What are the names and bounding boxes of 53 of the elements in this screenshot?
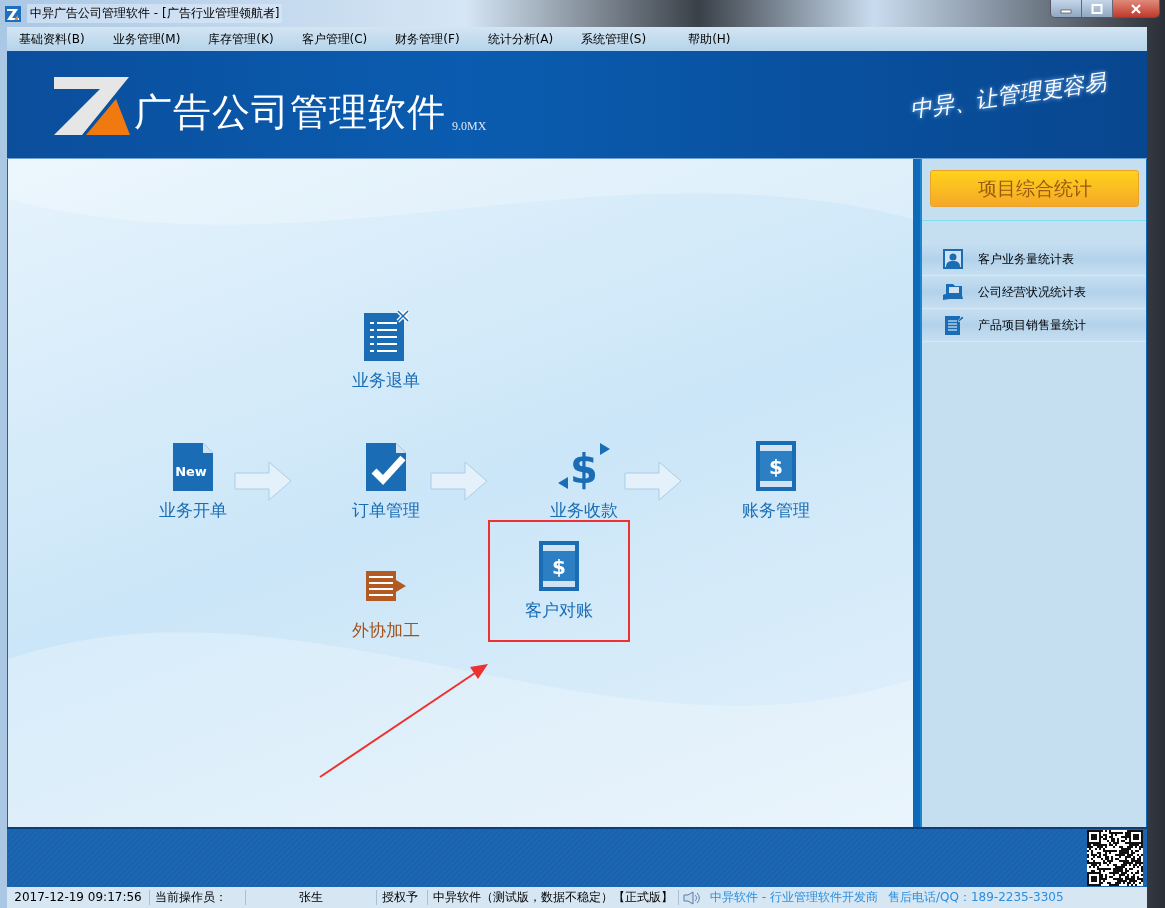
node-label[interactable]: 业务开单 — [159, 499, 227, 522]
check-document-icon[interactable] — [366, 443, 406, 491]
version-label: 9.0MX — [452, 119, 487, 134]
window-title: 中异广告公司管理软件 - [广告行业管理领航者] — [27, 4, 283, 23]
node-label[interactable]: 业务退单 — [352, 369, 420, 392]
node-label[interactable]: 业务收款 — [550, 499, 618, 522]
operator-name: 张生 — [246, 890, 377, 905]
speaker-icon — [683, 890, 701, 905]
close-icon — [1130, 3, 1142, 14]
maximize-icon — [1091, 3, 1103, 14]
arrow-head-icon[interactable] — [600, 443, 610, 455]
new-document-icon[interactable] — [173, 443, 213, 491]
notepad-pen-icon — [942, 314, 964, 336]
slogan: 中异、让管理更容易 — [907, 68, 1109, 124]
logo-icon — [52, 77, 132, 137]
ledger-icon[interactable] — [539, 541, 579, 591]
statistics-link[interactable]: 产品项目销售量统计 — [922, 309, 1146, 342]
operator-label: 当前操作员： — [150, 890, 246, 905]
menu-item[interactable]: 业务管理(M) — [112, 30, 181, 48]
date-time: 2017-12-19 09:17:56 — [7, 890, 150, 905]
icon-text: $ — [552, 555, 566, 579]
icon-text: $ — [570, 446, 598, 492]
menu-item[interactable]: 客户管理(C) — [301, 30, 368, 48]
qr-code — [1087, 830, 1143, 886]
flow-arrow — [430, 461, 488, 501]
licensee: 中异软件（测试版，数据不稳定）【正式版】 — [428, 890, 679, 905]
node-label[interactable]: 订单管理 — [352, 499, 420, 522]
node-label[interactable]: 客户对账 — [525, 599, 593, 622]
icon-text: New — [175, 464, 207, 479]
statistics-link[interactable]: 公司经营状况统计表 — [922, 276, 1146, 309]
support-contact: 售后电话/QQ：189-2235-3305 — [886, 890, 1065, 905]
product-title: 广告公司管理软件 — [134, 89, 446, 136]
folder-hand-icon — [942, 281, 964, 303]
menu-item[interactable]: 库存管理(K) — [208, 30, 274, 48]
menu-item[interactable]: 统计分析(A) — [487, 30, 554, 48]
menu-item[interactable]: 系统管理(S) — [581, 30, 647, 48]
list-document-x-icon[interactable] — [364, 309, 410, 361]
maximize-button[interactable] — [1081, 0, 1112, 17]
person-icon — [942, 248, 964, 270]
node-label[interactable]: 账务管理 — [742, 499, 810, 522]
node-label[interactable]: 外协加工 — [352, 619, 420, 642]
arrow-head-icon[interactable] — [558, 477, 568, 489]
statistics-link[interactable]: 客户业务量统计表 — [922, 243, 1146, 276]
menu-item[interactable]: 帮助(H) — [688, 30, 731, 48]
flow-arrow — [624, 461, 682, 501]
menu-item[interactable]: 财务管理(F) — [395, 30, 460, 48]
flow-arrow — [234, 461, 292, 501]
license-label: 授权予 — [377, 890, 428, 905]
close-button[interactable] — [1112, 0, 1159, 17]
icon-text: $ — [769, 455, 783, 479]
list-arrow-icon[interactable] — [366, 571, 406, 601]
ledger-icon[interactable] — [756, 441, 796, 491]
menu-item[interactable]: 基础资料(B) — [19, 30, 85, 48]
